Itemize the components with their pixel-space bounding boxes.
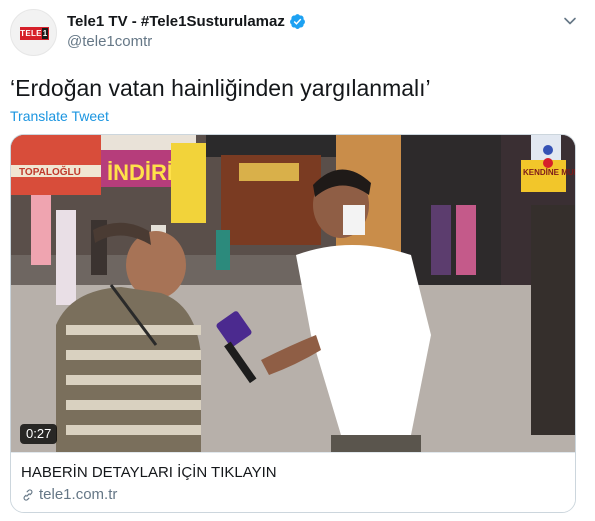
- street-scene-image: TOPALOĞLU İNDİRİM KENDİNE MUHAFIZ: [11, 135, 575, 452]
- translate-tweet-link[interactable]: Translate Tweet: [10, 108, 109, 124]
- avatar-logo-number: 1: [42, 28, 48, 39]
- card-domain-row: tele1.com.tr: [21, 486, 117, 503]
- card-footer[interactable]: HABERİN DETAYLARI İÇİN TIKLAYIN tele1.co…: [11, 452, 575, 512]
- verified-badge-icon: [289, 13, 305, 29]
- topaloglu-sign: TOPALOĞLU: [19, 165, 81, 178]
- avatar-logo-text: TELE: [20, 29, 42, 38]
- chevron-down-icon[interactable]: [563, 14, 577, 28]
- link-icon: [23, 488, 33, 501]
- author-name-row: Tele1 TV - #Tele1Susturulamaz: [67, 11, 306, 31]
- card-title[interactable]: HABERİN DETAYLARI İÇİN TIKLAYIN: [21, 464, 277, 481]
- avatar[interactable]: TELE 1: [10, 9, 57, 56]
- video-thumbnail[interactable]: TOPALOĞLU İNDİRİM KENDİNE MUHAFIZ: [11, 135, 575, 452]
- video-duration: 0:27: [20, 424, 58, 444]
- tweet-text: ‘Erdoğan vatan hainliğinden yargılanmalı…: [10, 75, 431, 101]
- tele1-logo: TELE 1: [20, 27, 49, 40]
- card-domain[interactable]: tele1.com.tr: [39, 486, 117, 503]
- author-display-name[interactable]: Tele1 TV - #Tele1Susturulamaz: [67, 13, 285, 30]
- link-card[interactable]: TOPALOĞLU İNDİRİM KENDİNE MUHAFIZ: [10, 134, 576, 513]
- tweet: TELE 1 Tele1 TV - #Tele1Susturulamaz @te…: [0, 0, 595, 521]
- kendine-sign: KENDİNE MUHAFIZ: [523, 168, 575, 177]
- author-handle[interactable]: @tele1comtr: [67, 33, 152, 50]
